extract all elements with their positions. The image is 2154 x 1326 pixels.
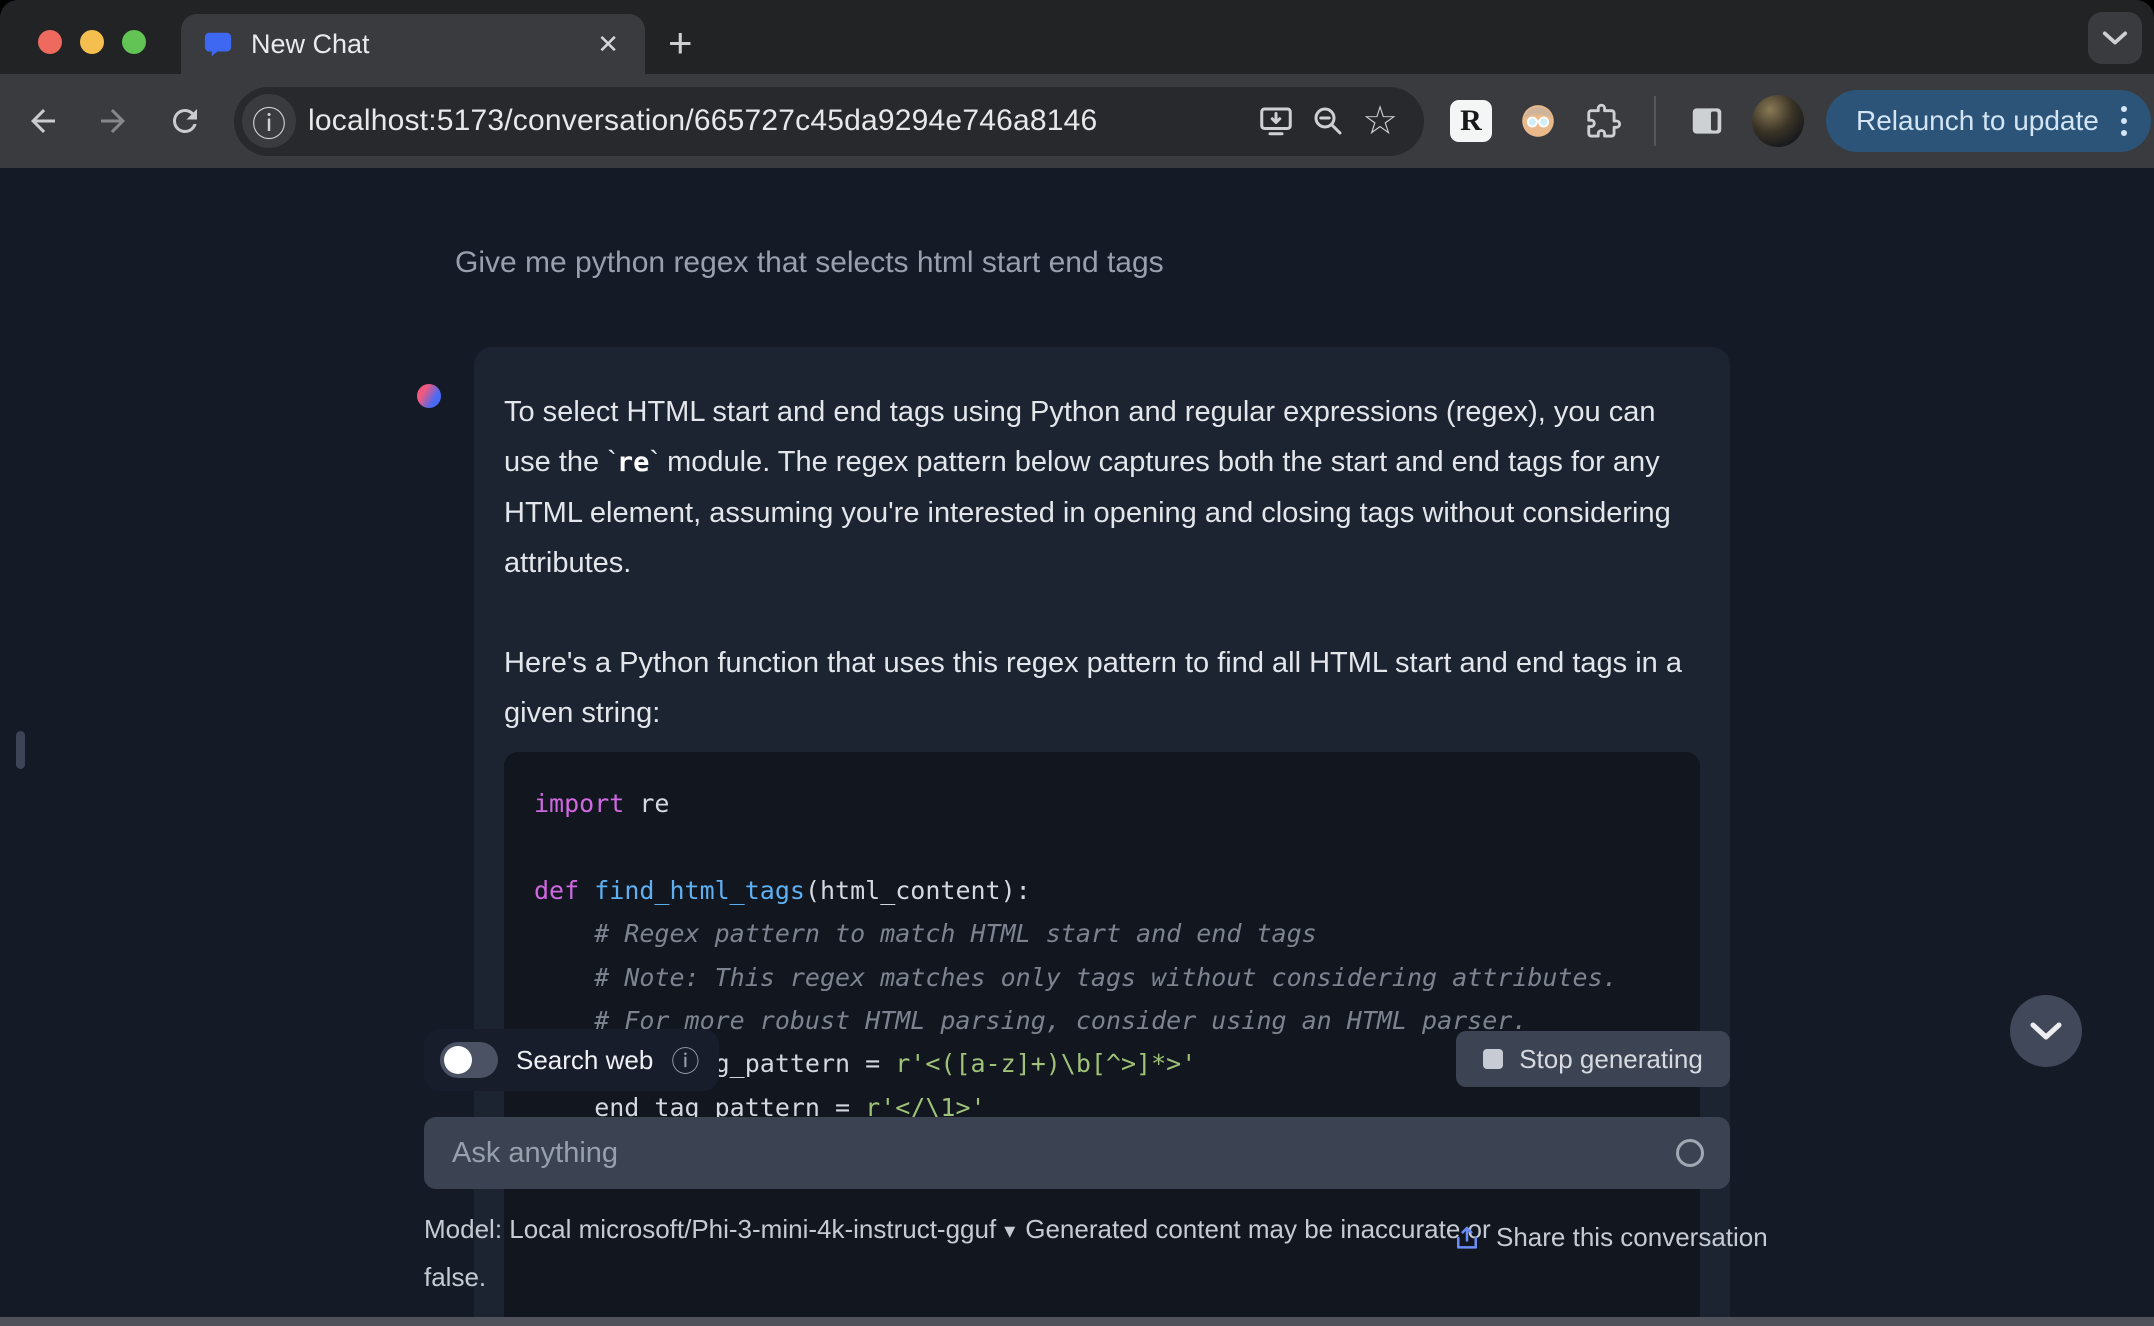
stop-icon [1483, 1049, 1504, 1069]
bookmark-button[interactable]: ☆ [1354, 95, 1406, 147]
extension-face-icon[interactable] [1518, 101, 1558, 141]
inline-code-re: re [616, 447, 650, 478]
assistant-paragraph-1: To select HTML start and end tags using … [504, 396, 1671, 579]
info-icon[interactable]: ⓘ [671, 1040, 699, 1080]
forward-button[interactable] [90, 98, 136, 144]
browser-window: New Chat ✕ + ⓘ localhost:5173/conversati… [0, 0, 2154, 1326]
tab-search-button[interactable] [2088, 12, 2142, 64]
close-window-button[interactable] [38, 30, 62, 54]
message-input-bar [424, 1117, 1730, 1189]
message-input[interactable] [452, 1136, 1676, 1170]
search-web-label: Search web [516, 1044, 654, 1075]
search-web-toggle[interactable] [440, 1042, 498, 1078]
stop-generating-label: Stop generating [1519, 1043, 1703, 1074]
zoom-out-button[interactable] [1302, 95, 1354, 147]
chevron-down-icon [2102, 31, 2128, 45]
toolbar-divider [1654, 96, 1656, 146]
tab-title: New Chat [251, 28, 370, 59]
scrollbar-thumb[interactable] [16, 731, 25, 769]
share-label: Share this conversation [1496, 1222, 1768, 1252]
code-line: import re [534, 789, 670, 818]
share-conversation-link[interactable]: Share this conversation [1452, 1222, 1768, 1253]
model-selector[interactable]: Model: Local microsoft/Phi-3-mini-4k-ins… [424, 1214, 996, 1244]
install-app-button[interactable] [1250, 95, 1302, 147]
new-tab-button[interactable]: + [668, 22, 693, 64]
relaunch-label: Relaunch to update [1856, 105, 2099, 136]
relaunch-to-update-button[interactable]: Relaunch to update [1826, 90, 2151, 152]
url-text[interactable]: localhost:5173/conversation/665727c45da9… [308, 104, 1250, 138]
browser-toolbar: ⓘ localhost:5173/conversation/665727c45d… [0, 74, 2154, 168]
install-desktop-icon [1260, 107, 1292, 136]
arrow-forward-icon [101, 109, 125, 133]
code-line: def find_html_tags(html_content): [534, 875, 1031, 905]
address-bar[interactable]: ⓘ localhost:5173/conversation/665727c45d… [234, 86, 1424, 156]
reload-icon [172, 108, 197, 133]
code-line: # Note: This regex matches only tags wit… [534, 962, 1618, 992]
search-web-control: Search web ⓘ [424, 1029, 720, 1091]
arrow-back-icon [31, 109, 55, 133]
user-message: Give me python regex that selects html s… [455, 246, 1164, 279]
stop-generating-button[interactable]: Stop generating [1456, 1031, 1730, 1087]
zoom-window-button[interactable] [122, 30, 146, 54]
share-upload-icon [1457, 1226, 1477, 1249]
window-controls [38, 30, 146, 54]
chat-bubble-favicon [204, 32, 232, 57]
extension-r-icon[interactable]: R [1450, 100, 1492, 142]
star-icon: ☆ [1362, 99, 1398, 143]
extensions-area: R [1450, 95, 1804, 147]
code-line: # Regex pattern to match HTML start and … [534, 919, 1317, 949]
minimize-window-button[interactable] [80, 30, 104, 54]
chevron-down-icon[interactable]: ▾ [1004, 1218, 1015, 1243]
tab-strip: New Chat ✕ + [0, 0, 2154, 74]
side-panel-icon[interactable] [1688, 102, 1726, 140]
browser-tab[interactable]: New Chat ✕ [181, 14, 645, 74]
scroll-to-bottom-button[interactable] [2010, 995, 2082, 1067]
window-bottom-edge [0, 1317, 2154, 1326]
reload-button[interactable] [162, 98, 208, 144]
profile-avatar[interactable] [1752, 95, 1804, 147]
model-info: Model: Local microsoft/Phi-3-mini-4k-ins… [424, 1206, 1544, 1301]
assistant-paragraph-2: Here's a Python function that uses this … [504, 647, 1682, 729]
toggle-knob [444, 1046, 472, 1074]
tab-close-icon[interactable]: ✕ [593, 27, 623, 61]
chevron-down-icon [2030, 1022, 2062, 1040]
loading-spinner-icon [1676, 1139, 1704, 1167]
browser-menu-kebab-icon[interactable] [2120, 106, 2127, 136]
assistant-avatar [417, 384, 441, 408]
extensions-puzzle-icon[interactable] [1584, 102, 1622, 140]
back-button[interactable] [20, 98, 66, 144]
magnifier-minus-icon [1314, 107, 1342, 135]
site-info-icon[interactable]: ⓘ [242, 94, 296, 148]
